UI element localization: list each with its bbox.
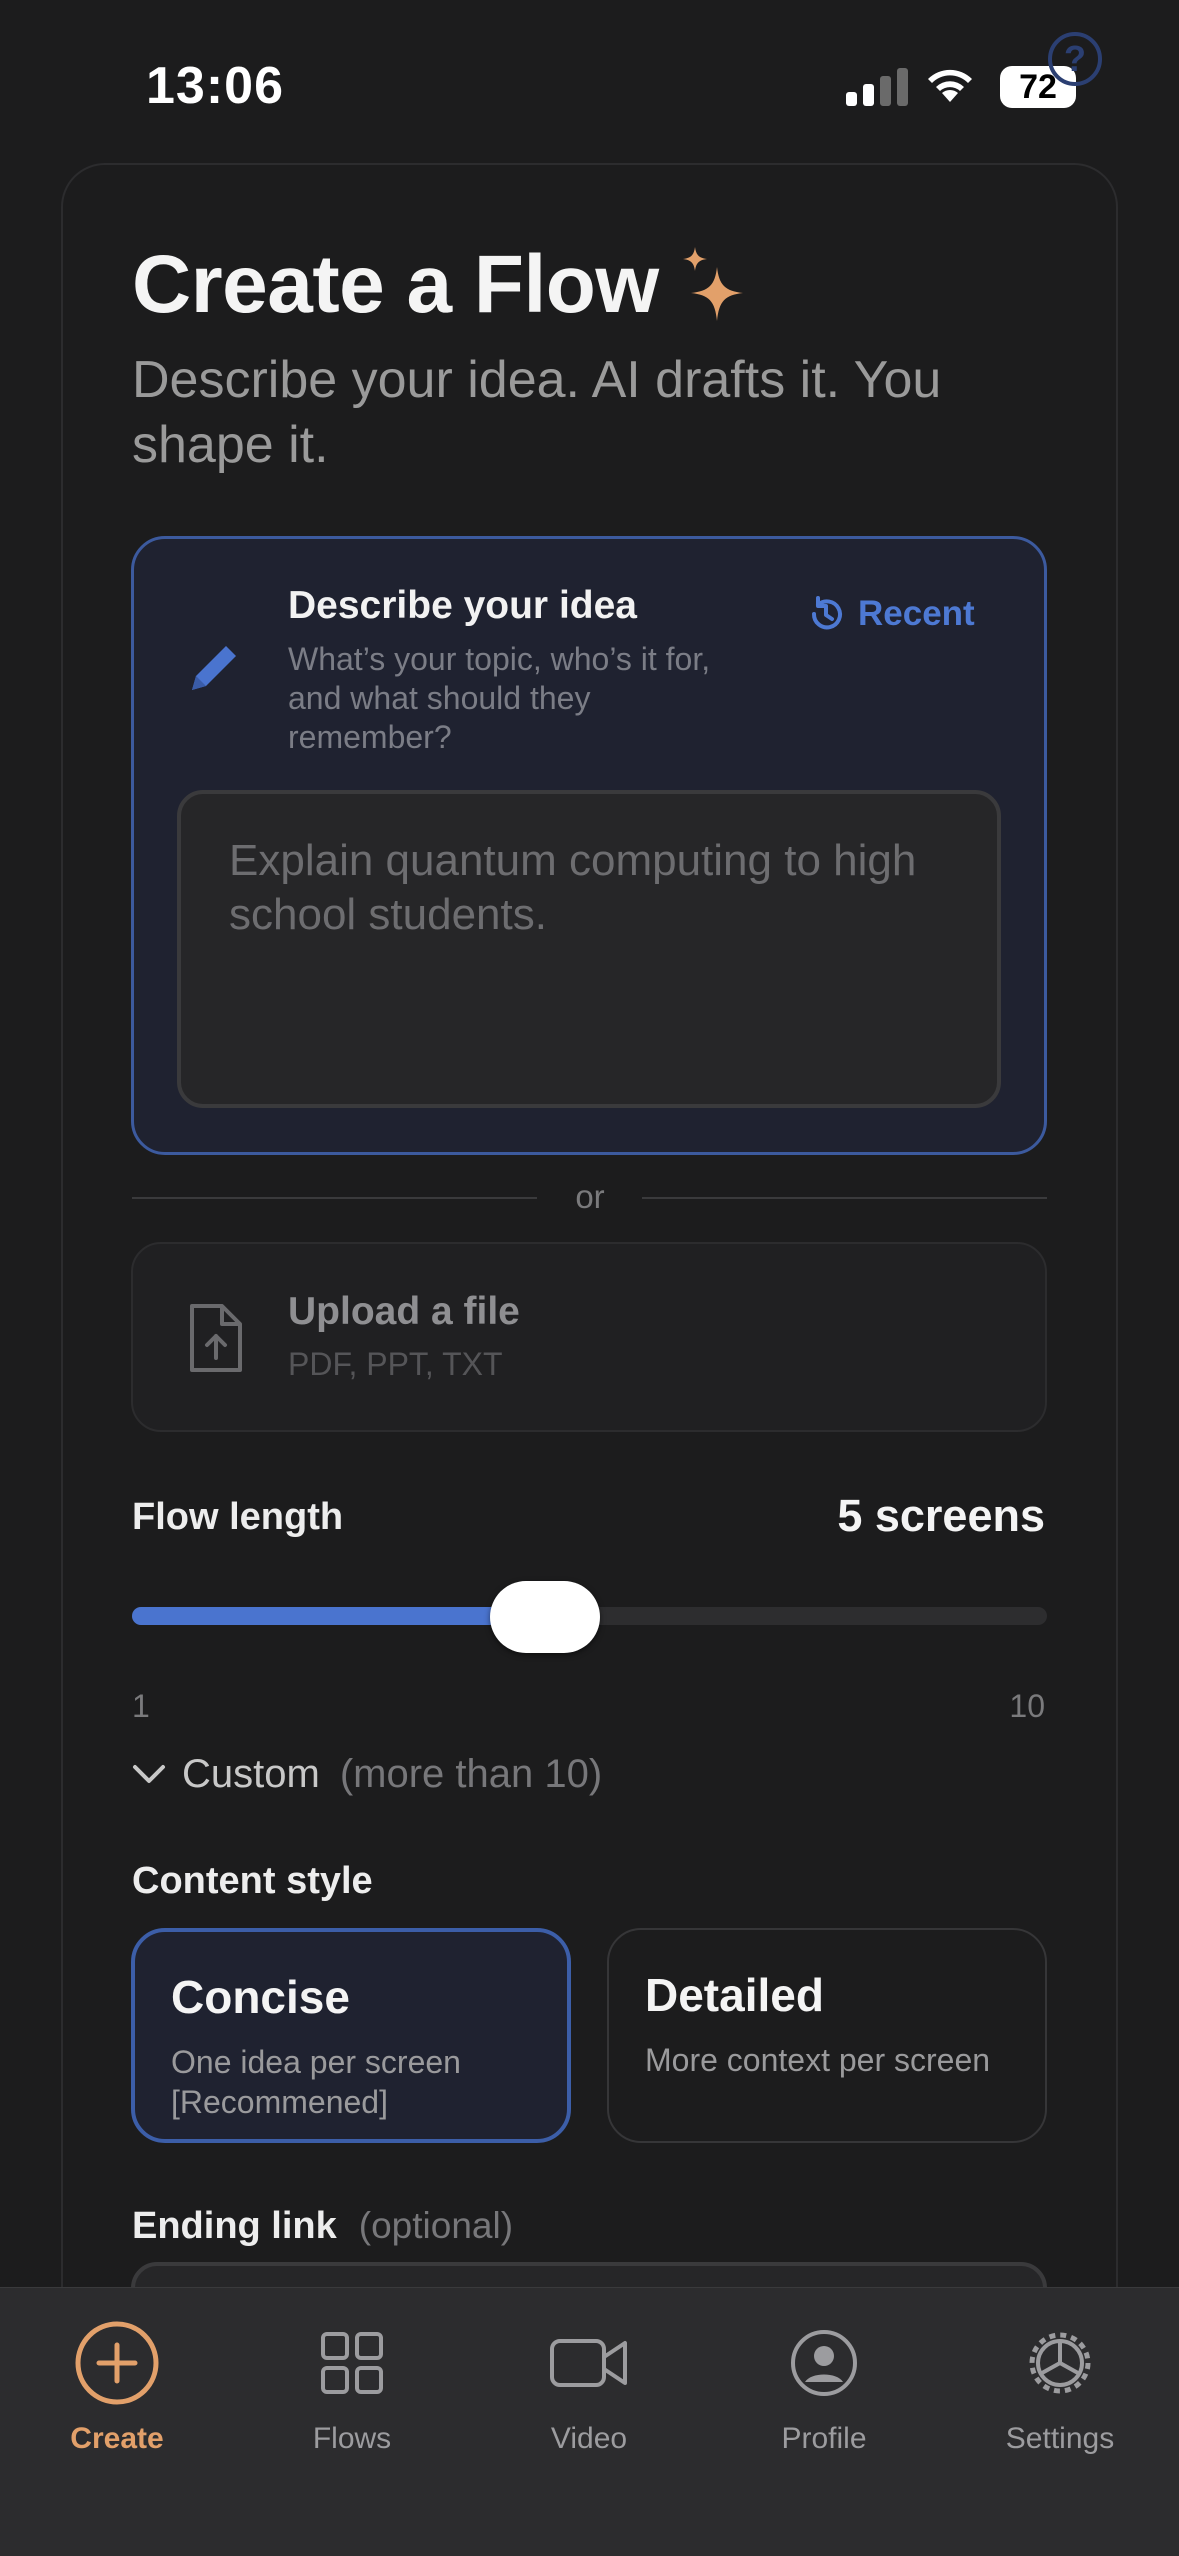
- history-icon: [811, 596, 842, 630]
- flow-length-label: Flow length: [132, 1496, 344, 1538]
- idea-description: What’s your topic, who’s it for, and wha…: [288, 641, 711, 755]
- style-option-title: Detailed: [645, 1969, 824, 2021]
- profile-icon: [791, 2330, 857, 2396]
- status-time: 13:06: [146, 57, 284, 115]
- gear-icon: [1029, 2332, 1091, 2394]
- tab-video[interactable]: Video: [489, 2318, 689, 2456]
- recent-label: Recent: [858, 594, 975, 633]
- content-style-label: Content style: [132, 1860, 373, 1902]
- chevron-down-icon: [133, 1764, 165, 1783]
- cellular-signal-icon: [846, 68, 908, 106]
- custom-label: Custom: [182, 1752, 320, 1796]
- video-camera-icon: [550, 2339, 627, 2387]
- or-label: or: [575, 1178, 605, 1215]
- tab-label: Create: [70, 2422, 164, 2455]
- upload-formats: PDF, PPT, TXT: [288, 1346, 503, 1382]
- flow-length-value: 5 screens: [837, 1490, 1045, 1541]
- upload-file-button[interactable]: [131, 1242, 1047, 1432]
- ending-link-optional: (optional): [358, 2205, 514, 2246]
- custom-hint: (more than 10): [339, 1752, 603, 1796]
- help-icon[interactable]: ?: [1048, 32, 1102, 86]
- idea-title: Describe your idea: [288, 584, 637, 627]
- tab-label: Profile: [781, 2422, 867, 2455]
- wifi-icon: [928, 69, 972, 102]
- idea-input[interactable]: [177, 790, 1001, 1108]
- style-option-description: More context per screen: [645, 2042, 991, 2078]
- sparkles-icon: [682, 247, 743, 321]
- file-upload-icon: [190, 1304, 242, 1372]
- style-option-description: One idea per screen [Recommened]: [171, 2044, 461, 2120]
- style-option-title: Concise: [171, 1971, 350, 2023]
- flow-length-slider-thumb[interactable]: [490, 1581, 600, 1653]
- style-option-detailed[interactable]: Detailed More context per screen: [607, 1928, 1047, 2143]
- ending-link-header: Ending link (optional): [132, 2205, 513, 2248]
- pencil-icon: [192, 646, 236, 690]
- tab-flows[interactable]: Flows: [252, 2318, 452, 2456]
- grid-icon: [321, 2332, 383, 2394]
- slider-min-label: 1: [132, 1688, 150, 1724]
- plus-circle-icon: [75, 2321, 159, 2405]
- slider-max-label: 10: [1009, 1688, 1045, 1724]
- tab-settings[interactable]: Settings: [960, 2318, 1160, 2456]
- tab-label: Flows: [312, 2422, 392, 2455]
- recent-button[interactable]: Recent: [806, 594, 975, 634]
- page-header: Create a Flow: [132, 238, 751, 332]
- status-bar: 13:06 72 ?: [0, 0, 1179, 150]
- tab-label: Settings: [1005, 2422, 1115, 2455]
- divider-line: [132, 1197, 537, 1199]
- page-title: Create a Flow: [132, 239, 659, 330]
- style-option-concise[interactable]: Concise One idea per screen [Recommened]: [131, 1928, 571, 2143]
- upload-title: Upload a file: [288, 1290, 520, 1333]
- ending-link-label: Ending link: [132, 2205, 337, 2247]
- tab-label: Video: [550, 2422, 628, 2455]
- page-subtitle: Describe your idea. AI drafts it. You sh…: [132, 351, 942, 474]
- tab-profile[interactable]: Profile: [724, 2318, 924, 2456]
- custom-length-toggle[interactable]: Custom (more than 10): [132, 1752, 602, 1797]
- flow-length-slider-fill: [132, 1607, 547, 1625]
- tab-create[interactable]: Create: [17, 2318, 217, 2456]
- divider-line: [642, 1197, 1047, 1199]
